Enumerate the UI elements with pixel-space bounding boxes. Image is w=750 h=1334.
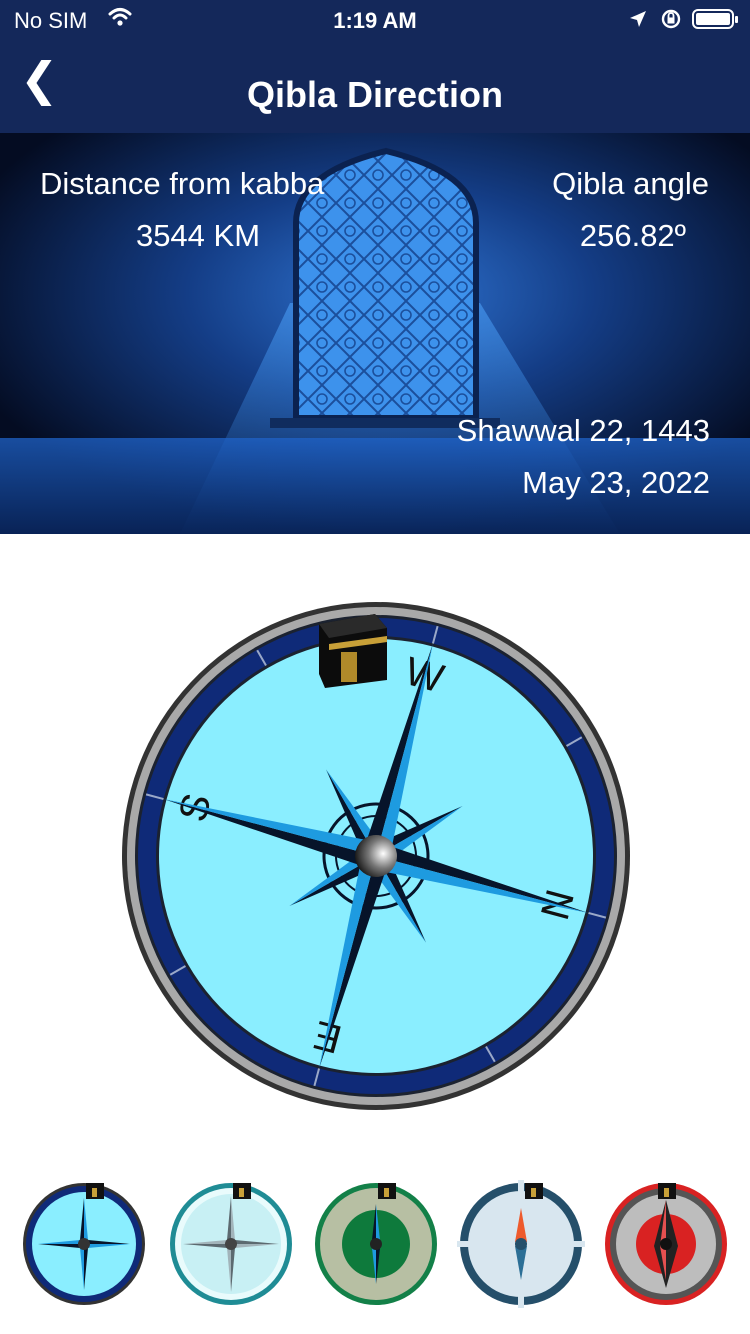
theme-red-gloss[interactable] <box>602 1180 730 1308</box>
gregorian-date: May 23, 2022 <box>522 465 710 500</box>
theme-classic-blue[interactable] <box>20 1180 148 1308</box>
kaaba-marker-icon <box>319 614 387 688</box>
location-arrow-icon <box>628 9 648 35</box>
status-bar: No SIM 1:19 AM <box>0 0 750 40</box>
distance-label: Distance from kabba <box>40 166 325 201</box>
qibla-angle-value: 256.82º <box>579 218 686 253</box>
qibla-angle-label: Qibla angle <box>552 166 709 201</box>
distance-value: 3544 KM <box>135 218 261 253</box>
qibla-info-banner: Distance from kabba 3544 KM Qibla angle … <box>0 133 750 534</box>
compass-theme-picker <box>0 1170 750 1320</box>
battery-icon <box>692 9 738 29</box>
hijri-date: Shawwal 22, 1443 <box>456 413 710 448</box>
theme-silver-teal[interactable] <box>167 1180 295 1308</box>
theme-minimal-slate[interactable] <box>457 1180 585 1308</box>
orientation-lock-icon <box>660 8 682 36</box>
page-title: Qibla Direction <box>246 74 504 115</box>
theme-green-ornate[interactable] <box>312 1180 440 1308</box>
navigation-bar: ❮ Qibla Direction <box>0 40 750 133</box>
qibla-compass: N E S W <box>118 598 634 1114</box>
